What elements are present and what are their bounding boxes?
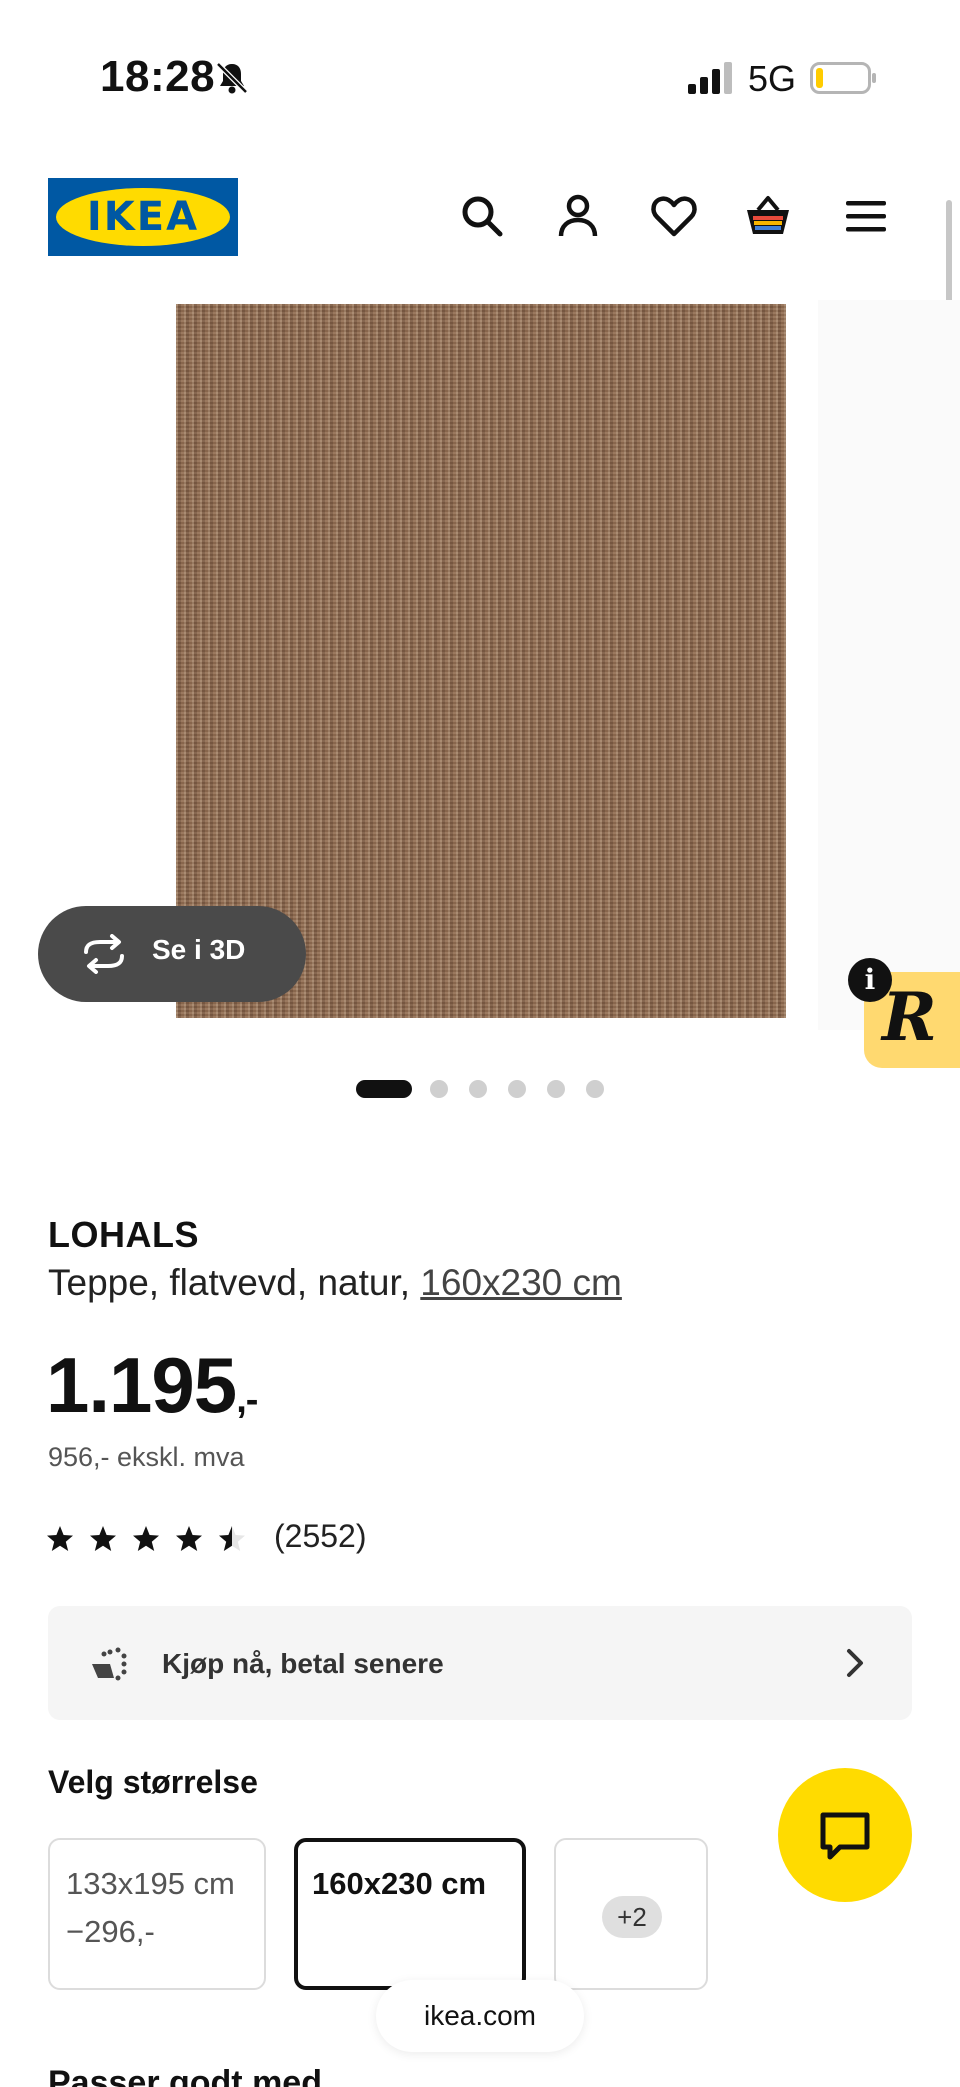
product-description: Teppe, flatvevd, natur, 160x230 cm: [48, 1262, 622, 1304]
signal-icon: [688, 62, 732, 94]
half-star-icon: [219, 1526, 245, 1551]
logo-text: IKEA: [86, 194, 200, 240]
gallery-dot-1[interactable]: [356, 1080, 412, 1098]
product-price: 1.195,-: [46, 1340, 258, 1431]
size-option-label: 133x195 cm: [66, 1866, 235, 1901]
status-bar: 18:28 5G: [0, 0, 960, 150]
hand-coins-icon: [82, 1647, 127, 1681]
wishlist-heart-icon[interactable]: [650, 192, 698, 240]
size-option-price-diff: −296,-: [66, 1914, 155, 1949]
shopping-basket-icon[interactable]: [744, 192, 792, 240]
clock: 18:28: [100, 52, 216, 101]
chevron-right-icon: [847, 1649, 863, 1677]
gallery-dot-6[interactable]: [586, 1080, 604, 1098]
rating-stars[interactable]: [46, 1520, 256, 1558]
chat-bubble-icon: [820, 1812, 870, 1860]
gallery-dot-3[interactable]: [469, 1080, 487, 1098]
rotate-3d-icon: [84, 934, 124, 974]
r-badge-letter: R: [882, 978, 937, 1056]
site-header: IKEA: [0, 176, 960, 256]
chat-button[interactable]: [778, 1768, 912, 1902]
browser-url-pill[interactable]: ikea.com: [376, 1980, 584, 2052]
network-type: 5G: [748, 58, 797, 99]
info-icon[interactable]: i: [848, 958, 892, 1002]
size-option-133x195[interactable]: 133x195 cm −296,-: [48, 1838, 266, 1990]
search-icon[interactable]: [458, 192, 506, 240]
review-count[interactable]: (2552): [274, 1518, 367, 1555]
product-name: LOHALS: [48, 1214, 199, 1255]
size-option-label: 160x230 cm: [312, 1866, 487, 1901]
price-suffix: ,-: [236, 1379, 258, 1421]
product-description-text: Teppe, flatvevd, natur,: [48, 1262, 411, 1303]
more-sizes-count: +2: [602, 1896, 662, 1938]
account-icon[interactable]: [554, 192, 602, 240]
goes-well-with-heading: Passer godt med: [48, 2064, 322, 2087]
buy-now-pay-later-label: Kjøp nå, betal senere: [162, 1648, 444, 1679]
star-icon: [176, 1526, 202, 1551]
size-option-160x230-selected[interactable]: 160x230 cm: [294, 1838, 526, 1990]
view-in-3d-label: Se i 3D: [152, 934, 246, 965]
next-image-peek: [818, 300, 960, 1030]
product-image-gallery[interactable]: Se i 3D R i: [0, 300, 960, 1068]
buy-now-pay-later-banner[interactable]: Kjøp nå, betal senere: [48, 1606, 912, 1720]
star-icon: [90, 1526, 116, 1551]
price-excl-vat: 956,- ekskl. mva: [48, 1442, 245, 1472]
size-option-more[interactable]: +2: [554, 1838, 708, 1990]
view-in-3d-button[interactable]: Se i 3D: [38, 906, 306, 1002]
price-main: 1.195: [46, 1341, 237, 1429]
battery-icon: [810, 62, 876, 94]
star-icon: [47, 1526, 73, 1551]
size-selector-title: Velg størrelse: [48, 1764, 258, 1800]
gallery-dot-2[interactable]: [430, 1080, 448, 1098]
bell-muted-icon: [216, 62, 248, 94]
gallery-dot-5[interactable]: [547, 1080, 565, 1098]
menu-icon[interactable]: [842, 192, 890, 240]
ikea-logo[interactable]: IKEA: [48, 178, 238, 256]
gallery-dot-4[interactable]: [508, 1080, 526, 1098]
product-size-link[interactable]: 160x230 cm: [420, 1262, 622, 1303]
star-icon: [133, 1526, 159, 1551]
